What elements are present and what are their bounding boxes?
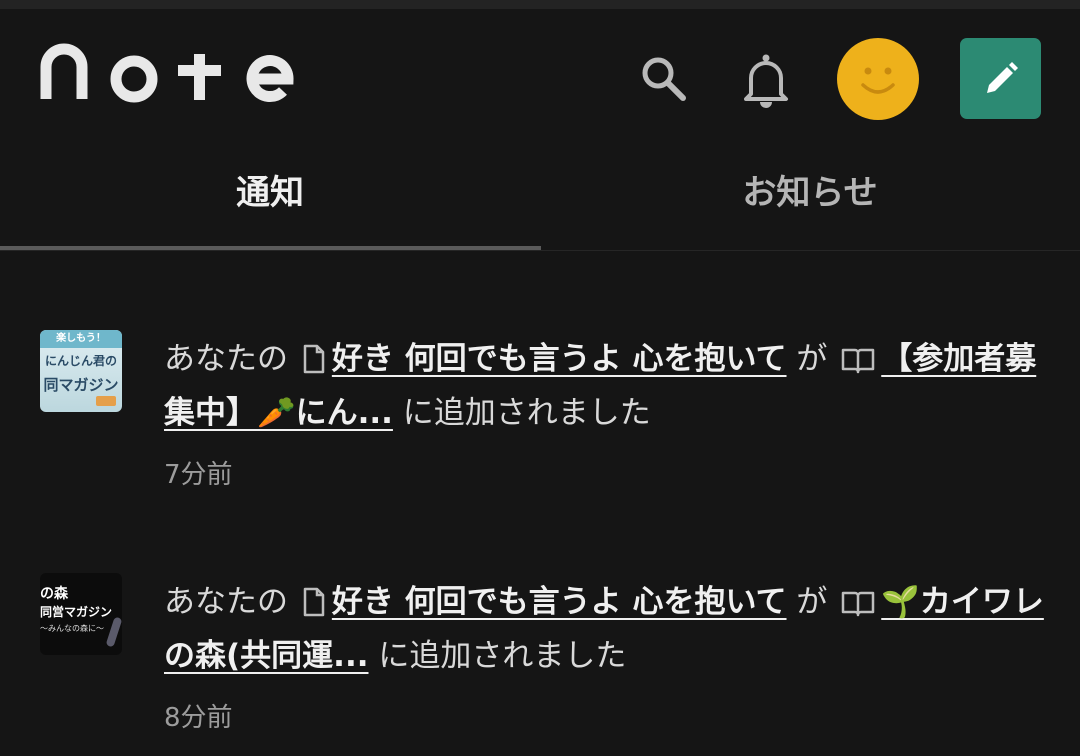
notification-message: あなたの 好き 何回でも言うよ 心を抱いて が 🌱カイワレの森(共同運... に… [164, 575, 1044, 683]
notification-tabs: 通知 お知らせ [0, 130, 1080, 252]
notification-time: 7分前 [164, 460, 233, 490]
magazine-thumbnail[interactable]: の森 同営マガジン 〜みんなの森に〜 [40, 573, 122, 655]
user-avatar[interactable] [837, 38, 919, 120]
notifications-button[interactable] [735, 47, 797, 113]
notification-item[interactable]: 楽しもう！ にんじん君の 同マガジン あなたの 好き 何回でも言うよ 心を抱いて… [0, 318, 1080, 508]
message-connector: が [796, 584, 828, 620]
magazine-book-icon [841, 591, 875, 617]
status-strip [0, 0, 1080, 9]
app-header [0, 9, 1080, 129]
pencil-icon [986, 61, 1018, 93]
magazine-thumbnail[interactable]: 楽しもう！ にんじん君の 同マガジン [40, 330, 122, 412]
thumbnail-text: 同営マガジン [40, 605, 113, 619]
notification-message: あなたの 好き 何回でも言うよ 心を抱いて が 【参加者募集中】🥕にん... に… [164, 332, 1044, 440]
note-title-link[interactable]: 好き 何回でも言うよ 心を抱いて [332, 584, 787, 620]
thumbnail-text: 同マガジン [43, 376, 119, 394]
message-suffix: に追加されました [402, 395, 651, 431]
tab-notifications[interactable]: 通知 [0, 130, 540, 248]
message-connector: が [796, 341, 828, 377]
search-icon [642, 57, 686, 101]
bell-icon [744, 54, 788, 108]
message-suffix: に追加されました [378, 638, 627, 674]
smiley-avatar-icon [861, 67, 895, 94]
write-post-button[interactable] [960, 38, 1041, 119]
note-title-link[interactable]: 好き 何回でも言うよ 心を抱いて [332, 341, 787, 377]
notification-item[interactable]: の森 同営マガジン 〜みんなの森に〜 あなたの 好き 何回でも言うよ 心を抱いて… [0, 561, 1080, 751]
thumbnail-text: にんじん君の [44, 354, 117, 368]
notification-time: 8分前 [164, 703, 233, 733]
truck-illustration [96, 396, 116, 406]
note-logo[interactable] [38, 37, 294, 107]
magazine-book-icon [841, 348, 875, 374]
document-icon [303, 344, 325, 374]
tabs-divider [0, 250, 1080, 251]
message-prefix: あなたの [164, 584, 288, 620]
message-prefix: あなたの [164, 341, 288, 377]
search-button[interactable] [632, 47, 694, 109]
thumbnail-text: の森 [40, 586, 68, 602]
tab-announcements[interactable]: お知らせ [540, 130, 1080, 248]
document-icon [303, 587, 325, 617]
thumbnail-text: 楽しもう！ [40, 330, 122, 348]
